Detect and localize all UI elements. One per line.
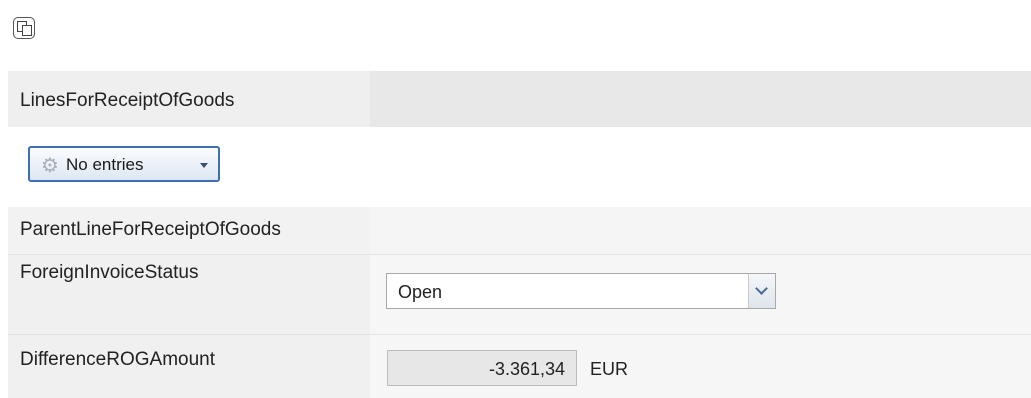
parent-line-label: ParentLineForReceiptOfGoods <box>20 219 281 240</box>
field-value-cell: -3.361,34 EUR <box>370 335 1031 398</box>
difference-rog-amount-field: -3.361,34 <box>387 350 577 386</box>
chevron-down-icon <box>200 163 208 168</box>
difference-rog-amount-label: DifferenceROGAmount <box>20 349 216 370</box>
no-entries-label: No entries <box>66 155 144 174</box>
field-value-cell: Open <box>370 255 1031 335</box>
foreign-invoice-status-label: ForeignInvoiceStatus <box>20 262 199 283</box>
gear-icon: ⚙ <box>41 153 59 177</box>
no-entries-button[interactable]: ⚙ No entries <box>28 146 220 182</box>
foreign-invoice-status-select[interactable]: Open <box>386 273 776 309</box>
foreign-invoice-status-row: ForeignInvoiceStatus Open <box>8 255 1031 335</box>
dropdown-button[interactable] <box>748 274 775 308</box>
currency-label: EUR <box>590 359 629 379</box>
field-label-cell: ForeignInvoiceStatus <box>8 255 370 335</box>
copy-icon[interactable] <box>13 17 35 39</box>
parent-line-value-cell <box>370 207 1031 255</box>
record-form: LinesForReceiptOfGoods ⚙ No entries Pare… <box>8 8 1031 398</box>
amount-value: -3.361,34 <box>488 359 565 379</box>
chevron-down-icon <box>755 282 768 295</box>
difference-rog-amount-row: DifferenceROGAmount -3.361,34 EUR <box>8 335 1031 398</box>
parent-line-row: ParentLineForReceiptOfGoods <box>8 207 1031 255</box>
field-label-cell: DifferenceROGAmount <box>8 335 370 398</box>
lines-for-receipt-of-goods-row: ⚙ No entries <box>8 127 1031 207</box>
field-value-cell <box>370 71 1031 127</box>
field-label-cell: ParentLineForReceiptOfGoods <box>8 207 370 255</box>
form-toolbar <box>8 8 1031 44</box>
lines-for-receipt-of-goods-header: LinesForReceiptOfGoods <box>8 71 1031 127</box>
field-label-cell: LinesForReceiptOfGoods <box>8 71 370 127</box>
select-value: Open <box>398 282 443 302</box>
lines-for-receipt-of-goods-label: LinesForReceiptOfGoods <box>20 90 235 111</box>
copy-icon-front <box>22 25 32 36</box>
